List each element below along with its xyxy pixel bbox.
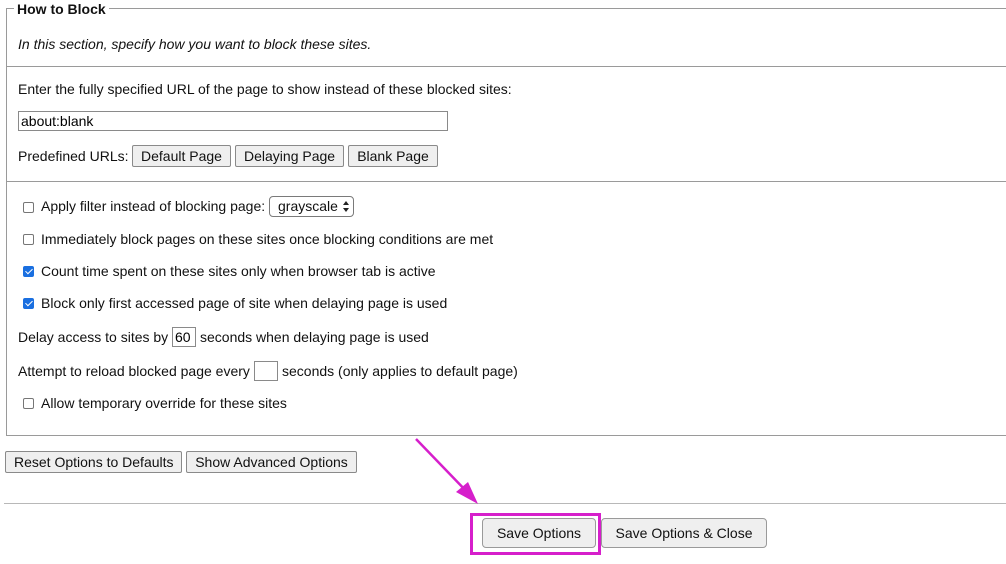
allow-override-label: Allow temporary override for these sites — [41, 395, 287, 411]
delay-suffix-label: seconds when delaying page is used — [200, 329, 429, 345]
divider-middle — [6, 181, 1006, 182]
predefined-urls-label: Predefined URLs: — [18, 148, 129, 164]
save-close-button[interactable]: Save Options & Close — [601, 518, 767, 548]
filter-select-value: grayscale — [278, 198, 338, 214]
immediately-block-checkbox[interactable] — [23, 234, 34, 245]
reload-prefix-label: Attempt to reload blocked page every — [18, 363, 250, 379]
divider-top — [6, 66, 1006, 67]
save-options-highlight — [470, 513, 601, 555]
default-page-button[interactable]: Default Page — [132, 145, 231, 167]
section-description: In this section, specify how you want to… — [18, 36, 372, 52]
immediately-block-label: Immediately block pages on these sites o… — [41, 231, 494, 247]
reload-suffix-label: seconds (only applies to default page) — [282, 363, 518, 379]
apply-filter-label: Apply filter instead of blocking page: — [41, 198, 266, 214]
active-tab-checkbox[interactable] — [23, 266, 34, 277]
first-page-label: Block only first accessed page of site w… — [41, 295, 448, 311]
blocking-url-input[interactable] — [18, 111, 448, 131]
delay-prefix-label: Delay access to sites by — [18, 329, 169, 345]
first-page-checkbox[interactable] — [23, 298, 34, 309]
allow-override-checkbox[interactable] — [23, 398, 34, 409]
select-arrows-icon — [343, 201, 349, 212]
reset-defaults-button[interactable]: Reset Options to Defaults — [5, 451, 182, 473]
footer-divider — [4, 503, 1006, 504]
delay-seconds-input[interactable] — [172, 327, 196, 347]
annotation-arrow-icon — [415, 438, 478, 504]
show-advanced-button[interactable]: Show Advanced Options — [186, 451, 357, 473]
active-tab-label: Count time spent on these sites only whe… — [41, 263, 436, 279]
reload-seconds-input[interactable] — [254, 361, 278, 381]
blank-page-button[interactable]: Blank Page — [348, 145, 438, 167]
filter-select[interactable]: grayscale — [269, 196, 354, 217]
apply-filter-checkbox[interactable] — [23, 202, 34, 213]
url-prompt: Enter the fully specified URL of the pag… — [18, 81, 512, 97]
delaying-page-button[interactable]: Delaying Page — [235, 145, 344, 167]
section-legend: How to Block — [14, 1, 109, 17]
